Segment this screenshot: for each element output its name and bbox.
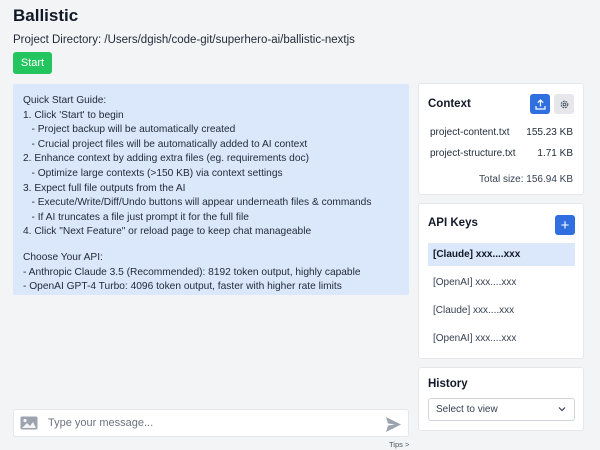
context-panel: Context project-content.txt 155.23 KB pr… bbox=[418, 83, 584, 195]
upload-button[interactable] bbox=[530, 94, 550, 114]
project-directory: Project Directory: /Users/dgish/code-git… bbox=[13, 34, 355, 46]
guide-line: - Execute/Write/Diff/Undo buttons will a… bbox=[23, 197, 372, 209]
context-title: Context bbox=[428, 98, 471, 110]
guide-line: 3. Expect full file outputs from the AI bbox=[23, 182, 186, 194]
start-button[interactable]: Start bbox=[13, 52, 52, 74]
history-panel: History Select to view bbox=[418, 367, 584, 431]
guide-line: 4. Click "Next Feature" or reload page t… bbox=[23, 226, 312, 238]
total-size: Total size: 156.94 KB bbox=[479, 174, 573, 185]
guide-line: 1. Click 'Start' to begin bbox=[23, 109, 124, 121]
guide-line: - Anthropic Claude 3.5 (Recommended): 81… bbox=[23, 266, 361, 278]
guide-line: - Crucial project files will be automati… bbox=[23, 138, 308, 150]
guide-line: Quick Start Guide: bbox=[23, 95, 107, 106]
history-select-value: Select to view bbox=[436, 404, 498, 415]
chat-input-bar bbox=[13, 409, 409, 437]
gear-icon bbox=[560, 100, 568, 108]
quick-start-guide: Quick Start Guide: 1. Click 'Start' to b… bbox=[13, 84, 409, 295]
app-title: Ballistic bbox=[13, 6, 79, 25]
message-input[interactable] bbox=[48, 417, 368, 429]
add-api-key-button[interactable]: + bbox=[555, 215, 575, 235]
api-key-item[interactable]: [Claude] xxx....xxx bbox=[428, 299, 575, 322]
file-name: project-content.txt bbox=[430, 127, 510, 138]
guide-line: - OpenAI GPT-4 Turbo: 4096 token output,… bbox=[23, 281, 342, 293]
send-icon[interactable] bbox=[385, 416, 402, 433]
api-keys-title: API Keys bbox=[428, 217, 478, 229]
file-size: 1.71 KB bbox=[537, 148, 573, 159]
image-attach-icon[interactable] bbox=[20, 416, 38, 430]
guide-line: - Project backup will be automatically c… bbox=[23, 124, 236, 136]
guide-line: 2. Enhance context by adding extra files… bbox=[23, 153, 309, 165]
api-key-item[interactable]: [Claude] xxx....xxx bbox=[428, 243, 575, 266]
chevron-down-icon bbox=[558, 407, 566, 412]
guide-spacer bbox=[23, 240, 399, 251]
file-name: project-structure.txt bbox=[430, 148, 516, 159]
api-key-item[interactable]: [OpenAI] xxx....xxx bbox=[428, 271, 575, 294]
history-title: History bbox=[428, 378, 468, 390]
guide-line: - If AI truncates a file just prompt it … bbox=[23, 211, 249, 223]
upload-icon bbox=[534, 98, 546, 110]
guide-line: Choose Your API: bbox=[23, 251, 103, 263]
history-select[interactable]: Select to view bbox=[428, 398, 575, 421]
file-size: 155.23 KB bbox=[526, 127, 573, 138]
context-settings-button[interactable] bbox=[554, 94, 574, 114]
context-file-row: project-structure.txt 1.71 KB bbox=[430, 148, 573, 159]
context-file-row: project-content.txt 155.23 KB bbox=[430, 127, 573, 138]
tips-link[interactable]: Tips > bbox=[389, 440, 409, 449]
api-keys-panel: API Keys + [Claude] xxx....xxx [OpenAI] … bbox=[418, 203, 584, 359]
guide-line: - Optimize large contexts (>150 KB) via … bbox=[23, 167, 283, 179]
api-key-item[interactable]: [OpenAI] xxx....xxx bbox=[428, 327, 575, 350]
